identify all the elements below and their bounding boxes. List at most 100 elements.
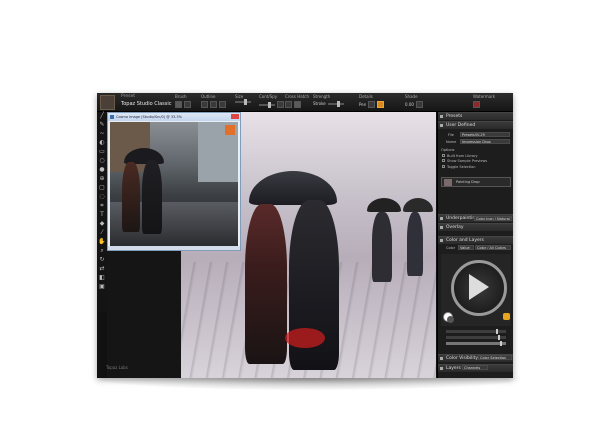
color-slider-2[interactable]	[446, 335, 506, 340]
strength-slider[interactable]	[327, 100, 344, 107]
color-layers-header[interactable]: Color and Layers	[438, 236, 513, 244]
cont-spy-icon[interactable]	[277, 101, 284, 108]
brush-alt-icon[interactable]	[184, 101, 191, 108]
color-slider-3[interactable]	[446, 341, 506, 346]
details-accent-icon[interactable]	[377, 101, 385, 108]
collapse-icon[interactable]	[440, 357, 443, 360]
name-label: Name	[446, 140, 457, 144]
zoom-tool-icon[interactable]: ⌕	[98, 247, 106, 254]
cross-hatch-alt-icon[interactable]	[294, 101, 301, 108]
size-slider[interactable]	[235, 99, 251, 105]
lasso-tool-icon[interactable]: ◌	[98, 193, 106, 200]
watermark-icon[interactable]	[473, 101, 480, 108]
shade-icon[interactable]	[415, 101, 423, 108]
canvas-umbrella-main	[249, 171, 337, 205]
collapse-icon[interactable]	[440, 367, 443, 370]
burn-tool-icon[interactable]: ●	[98, 166, 106, 173]
details-label: Details	[359, 94, 373, 99]
color-slider-1[interactable]	[446, 329, 506, 334]
collapse-icon[interactable]	[440, 239, 443, 242]
app-logo-icon	[100, 95, 115, 110]
canvas-red-reflection	[285, 328, 325, 348]
eraser-tool-icon[interactable]: ▭	[98, 148, 106, 155]
shade-label: Shade	[405, 94, 418, 99]
opt2-checkbox[interactable]	[442, 159, 445, 162]
rotate-tool-icon[interactable]: ↻	[98, 256, 106, 263]
text-tool-icon[interactable]: T	[98, 211, 106, 218]
collapse-icon[interactable]	[440, 226, 443, 229]
canvas-umbrella-small	[367, 198, 401, 212]
mask-tool-icon[interactable]: ◧	[98, 274, 106, 281]
play-icon[interactable]	[469, 274, 489, 300]
preset-thumbnail[interactable]: Painting Drop	[441, 177, 511, 187]
canvas-person-background-1	[372, 212, 392, 282]
crop-tool-icon[interactable]: ⌗	[98, 202, 106, 209]
cross-hatch-icon[interactable]	[285, 101, 292, 108]
clone-tool-icon[interactable]: ⊕	[98, 175, 106, 182]
cont-spy-slider[interactable]	[259, 101, 275, 108]
overlay-header[interactable]: Overlay	[438, 223, 513, 231]
name-field[interactable]: Impression Drop	[460, 139, 510, 144]
outline-alt-icon[interactable]	[210, 101, 217, 108]
smudge-tool-icon[interactable]: ~	[98, 130, 106, 137]
opt1-label: Built from Library	[447, 153, 478, 158]
watermark-text: Topaz Labs	[106, 365, 128, 370]
preset-selector[interactable]: Topaz Studio Classic	[121, 101, 172, 107]
canvas-person-woman	[245, 204, 287, 364]
details-value[interactable]: Pen	[359, 102, 366, 107]
src-orange-sign	[225, 125, 235, 135]
presets-header[interactable]: Presets	[438, 112, 513, 120]
file-field[interactable]: Presets/IV-29	[460, 132, 510, 137]
canvas-person-background-2	[407, 212, 423, 276]
selection-tool-icon[interactable]: ▢	[98, 184, 106, 191]
eyedropper-tool-icon[interactable]: ⁄	[98, 229, 106, 236]
color-mode-field[interactable]: Value	[458, 245, 474, 250]
dodge-tool-icon[interactable]: ○	[98, 157, 106, 164]
outline-icon[interactable]	[201, 101, 208, 108]
shade-num[interactable]: 0.00	[405, 102, 414, 107]
color-layers-label: Color and Layers	[446, 238, 484, 243]
file-label: File	[448, 133, 454, 137]
fill-tool-icon[interactable]: ◆	[98, 220, 106, 227]
src-person-man	[142, 160, 162, 234]
swap-colors-icon[interactable]: ⇄	[98, 265, 106, 272]
collapse-icon[interactable]	[440, 124, 443, 127]
brush-tool-icon[interactable]: ╱	[98, 112, 106, 119]
user-defined-header[interactable]: User Defined	[438, 121, 513, 129]
toggle-checkbox[interactable]	[442, 165, 445, 168]
color-value-field[interactable]: Color / All Colors	[475, 245, 511, 250]
view-mode-icon[interactable]: ▣	[98, 283, 106, 290]
source-window-title[interactable]: Cosmo Image (Studio/Src/0) @ 33.3%	[108, 113, 240, 121]
color-visibility-field[interactable]: Color Selection	[478, 355, 512, 360]
preset-label: Preset	[121, 94, 136, 99]
size-label: Size	[235, 94, 244, 99]
brush-label: Brush	[175, 94, 187, 99]
opt1-checkbox[interactable]	[442, 154, 445, 157]
outline-more-icon[interactable]	[219, 101, 226, 108]
src-person-woman	[122, 162, 140, 232]
collapse-icon[interactable]	[440, 115, 443, 118]
details-icon[interactable]	[368, 101, 376, 108]
strength-value[interactable]: Stroke	[313, 101, 326, 106]
options-label: Options	[441, 148, 455, 152]
blend-tool-icon[interactable]: ◐	[98, 139, 106, 146]
empty-workspace	[107, 251, 181, 378]
source-image-window[interactable]: Cosmo Image (Studio/Src/0) @ 33.3%	[107, 112, 241, 251]
color-wheel-area	[441, 254, 511, 326]
right-panel: Presets User Defined File Presets/IV-29 …	[437, 112, 513, 378]
top-toolbar: Preset Topaz Studio Classic Brush Outlin…	[97, 93, 513, 112]
layers-field[interactable]: Channels	[462, 365, 488, 370]
color-picker-icon[interactable]	[503, 313, 510, 320]
collapse-icon[interactable]	[440, 217, 443, 220]
brush-icon[interactable]	[175, 101, 182, 108]
strength-label: Strength	[313, 94, 331, 99]
pen-tool-icon[interactable]: ✎	[98, 121, 106, 128]
toggle-label: Toggle Selection	[447, 164, 476, 169]
underpainting-field[interactable]: Color Icon / Natural	[474, 216, 512, 221]
close-icon[interactable]	[231, 114, 239, 119]
layers-label: Layers	[446, 366, 461, 371]
opt2-label: Show Sample Previews	[447, 158, 488, 163]
background-swatch[interactable]	[447, 316, 454, 323]
hand-tool-icon[interactable]: ✋	[98, 238, 106, 245]
canvas-umbrella-right	[403, 198, 433, 212]
